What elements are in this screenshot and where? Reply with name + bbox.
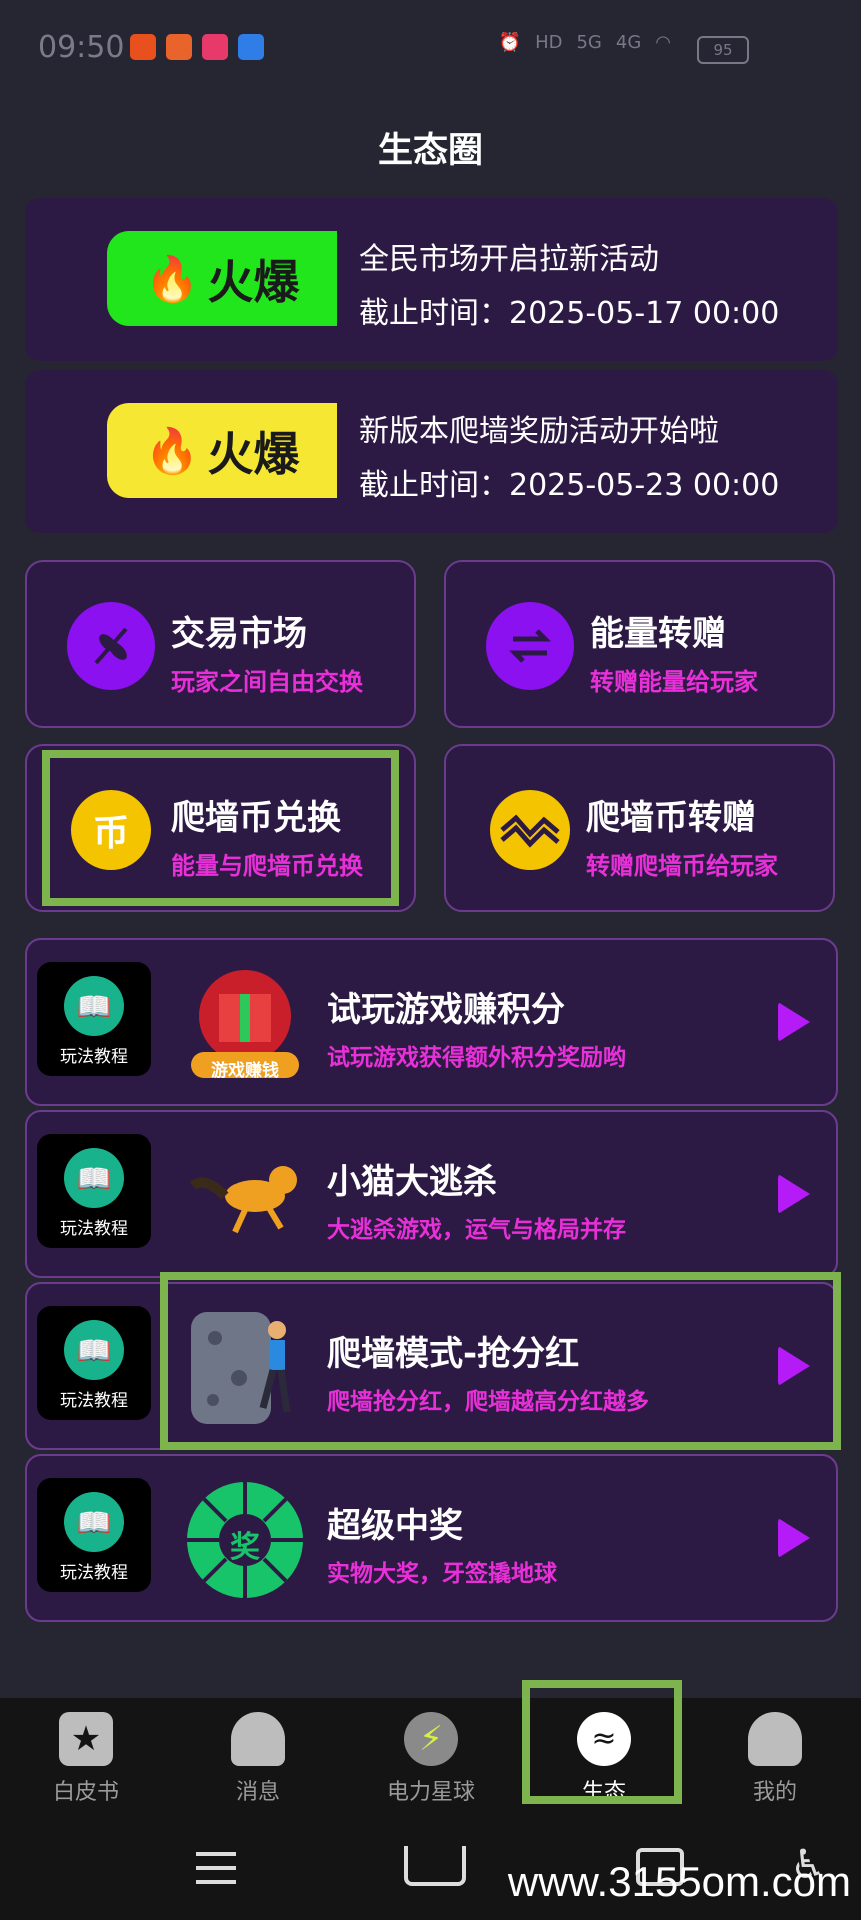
play-icon[interactable] [778,1002,810,1042]
status-right: ⏰ HD 5G 4G ◠ [499,32,671,53]
book-icon: 📖 [64,1320,124,1380]
tutorial-button[interactable]: 📖 玩法教程 [37,1134,151,1248]
highlight-box [522,1680,682,1804]
tab-label: 我的 [752,1780,797,1805]
status-bar: 09:50 ⏰ HD 5G 4G ◠ 95 [0,0,861,100]
notification-icon-app4 [238,34,264,60]
game-subtitle: 试玩游戏获得额外积分奖励哟 [327,1045,626,1071]
home-icon[interactable] [404,1846,466,1886]
notification-icon-app3 [202,34,228,60]
tile-subtitle: 转赠爬墙币给玩家 [586,852,778,880]
tile-trade-market[interactable]: 交易市场 玩家之间自由交换 [25,560,416,728]
leaf-icon [67,602,155,690]
game-row-cat-battle[interactable]: 📖 玩法教程 小猫大逃杀 大逃杀游戏，运气与格局并存 [25,1110,838,1278]
tab-profile[interactable]: 我的 [705,1712,845,1806]
hot-badge: 🔥 火爆 [107,403,337,498]
notification-icon-app2 [166,34,192,60]
book-icon: 📖 [64,976,124,1036]
tile-coin-transfer[interactable]: 爬墙币转赠 转赠爬墙币给玩家 [444,744,835,912]
game-row-trial-games[interactable]: 📖 玩法教程 游戏赚钱 试玩游戏赚积分 试玩游戏获得额外积分奖励哟 [25,938,838,1106]
play-icon[interactable] [778,1518,810,1558]
tutorial-label: 玩法教程 [60,1563,128,1583]
highlight-box [42,750,399,906]
hot-badge-label: 火爆 [207,426,300,481]
game-row-super-lottery[interactable]: 📖 玩法教程 奖 超级中奖 实物大奖，牙签撬地球 [25,1454,838,1622]
gift-box-thumbnail: 游戏赚钱 [185,964,305,1084]
prize-wheel-thumbnail: 奖 [185,1480,305,1600]
lightning-planet-icon: ⚡ [404,1712,458,1766]
banner-date: 截止时间：2025-05-23 00:00 [359,468,780,503]
wave-coin-icon [490,790,570,870]
game-title: 超级中奖 [327,1506,463,1546]
tile-subtitle: 转赠能量给玩家 [590,668,758,696]
watermark: www.3155om.com [507,1858,851,1905]
tutorial-button[interactable]: 📖 玩法教程 [37,1478,151,1592]
game-title: 试玩游戏赚积分 [327,990,565,1030]
flame-icon: 🔥 [144,425,200,477]
bell-icon [231,1712,285,1766]
battery-indicator: 95 [697,36,749,64]
prize-wheel-label: 奖 [230,1530,260,1565]
tutorial-label: 玩法教程 [60,1047,128,1067]
banner-title: 全民市场开启拉新活动 [359,242,659,277]
banner-title: 新版本爬墙奖励活动开始啦 [359,414,719,449]
play-icon[interactable] [778,1174,810,1214]
tab-label: 电力星球 [386,1780,475,1805]
tile-subtitle: 玩家之间自由交换 [171,668,363,696]
network-4g: 4G [615,32,642,53]
bottom-tab-bar: ★ 白皮书 消息 ⚡ 电力星球 ≈ 生态 我的 [0,1698,861,1818]
tile-energy-transfer[interactable]: 能量转赠 转赠能量给玩家 [444,560,835,728]
game-subtitle: 实物大奖，牙签撬地球 [327,1561,557,1587]
banner-climb-reward[interactable]: 🔥 火爆 新版本爬墙奖励活动开始啦 截止时间：2025-05-23 00:00 [25,370,838,533]
cat-thumbnail [185,1136,305,1256]
tab-label: 消息 [235,1780,280,1805]
page-title: 生态圈 [377,131,483,171]
flame-icon: 🔥 [144,253,200,305]
thumb-label: 游戏赚钱 [211,1061,279,1081]
hot-badge: 🔥 火爆 [107,231,337,326]
tab-messages[interactable]: 消息 [188,1712,328,1806]
status-time: 09:50 [38,30,125,65]
tab-power-planet[interactable]: ⚡ 电力星球 [361,1712,501,1806]
tab-whitepaper[interactable]: ★ 白皮书 [16,1712,156,1806]
notification-icon-taobao [130,34,156,60]
tile-title: 能量转赠 [590,614,726,654]
user-icon [748,1712,802,1766]
book-icon: 📖 [64,1148,124,1208]
tile-title: 交易市场 [171,614,307,654]
book-icon: 📖 [64,1492,124,1552]
game-title: 小猫大逃杀 [327,1162,497,1202]
banner-date: 截止时间：2025-05-17 00:00 [359,296,780,331]
hot-badge-label: 火爆 [207,254,300,309]
tile-title: 爬墙币转赠 [586,798,756,838]
tutorial-label: 玩法教程 [60,1219,128,1239]
banner-market-activity[interactable]: 🔥 火爆 全民市场开启拉新活动 截止时间：2025-05-17 00:00 [25,198,838,361]
wifi-icon: ◠ [655,32,671,53]
network-5g: 5G [576,32,602,53]
hd-icon: HD [535,32,563,53]
highlight-box [160,1272,841,1450]
tutorial-button[interactable]: 📖 玩法教程 [37,1306,151,1420]
bookmark-star-icon: ★ [59,1712,113,1766]
alarm-icon: ⏰ [498,32,522,53]
tutorial-label: 玩法教程 [60,1391,128,1411]
menu-icon[interactable] [196,1852,236,1884]
tutorial-button[interactable]: 📖 玩法教程 [37,962,151,1076]
transfer-arrows-icon [486,602,574,690]
tab-label: 白皮书 [52,1780,119,1805]
game-subtitle: 大逃杀游戏，运气与格局并存 [327,1217,626,1243]
